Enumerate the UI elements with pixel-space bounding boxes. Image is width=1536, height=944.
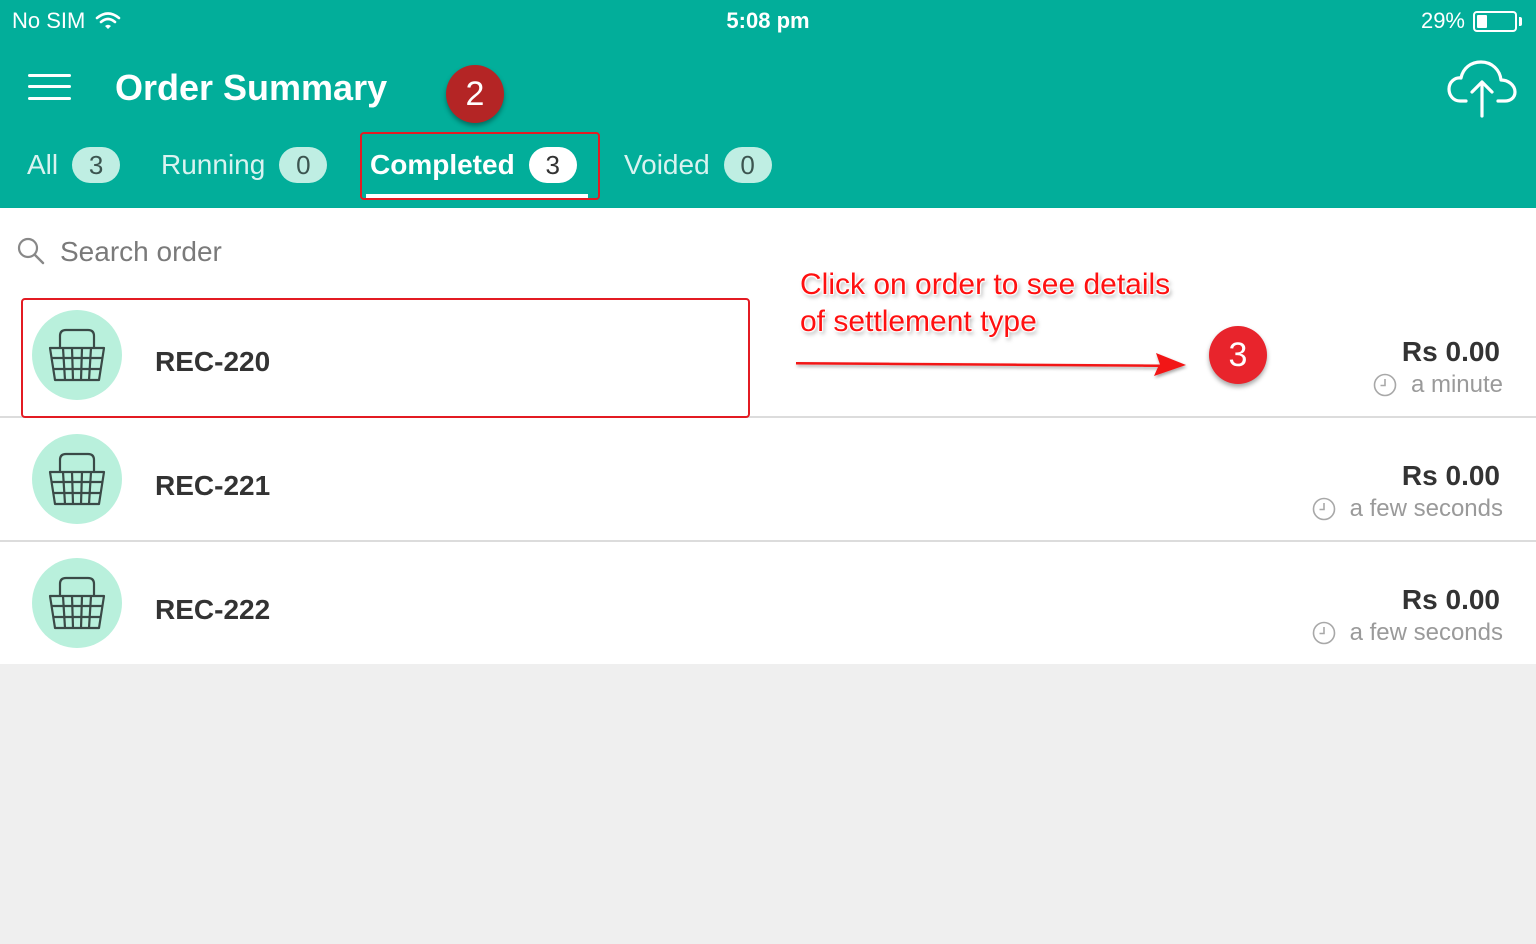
order-time: a few seconds — [1312, 495, 1503, 523]
annotation-arrow-icon — [796, 353, 1186, 376]
tab-voided[interactable]: Voided 0 — [624, 140, 772, 190]
shopping-basket-icon — [48, 576, 106, 630]
annotation-line: of settlement type — [800, 305, 1037, 338]
order-id: REC-222 — [155, 594, 271, 625]
annotation-highlight-order-row — [21, 298, 750, 418]
cloud-upload-icon[interactable] — [1446, 57, 1518, 119]
annotation-step-badge: 2 — [446, 65, 504, 123]
order-time-label: a minute — [1410, 371, 1503, 398]
annotation-instruction: Click on order to see details of settlem… — [800, 266, 1170, 340]
battery-icon — [1473, 10, 1517, 32]
tab-count-badge: 0 — [279, 147, 328, 183]
tab-label: Running — [161, 149, 266, 180]
page-title: Order Summary — [115, 67, 388, 108]
clock-icon — [1312, 621, 1335, 645]
clock-icon — [1373, 373, 1397, 397]
annotation-highlight-completed-tab — [360, 132, 600, 200]
tab-label: All — [27, 149, 59, 180]
annotation-step-badge: 3 — [1209, 326, 1267, 384]
battery-percent: 29% — [1420, 8, 1465, 33]
tab-label: Voided — [624, 149, 710, 180]
status-bar: No SIM 5:08 pm 29% — [0, 0, 1536, 42]
hamburger-menu-icon[interactable] — [28, 72, 72, 102]
order-time: a few seconds — [1312, 619, 1503, 647]
order-row-rec-221[interactable]: REC-221 Rs 0.00 a few seconds — [0, 418, 1536, 540]
tab-all[interactable]: All 3 — [27, 140, 121, 190]
order-time-label: a few seconds — [1349, 619, 1503, 646]
order-time-label: a few seconds — [1349, 495, 1503, 522]
order-id: REC-221 — [155, 470, 271, 501]
order-time: a minute — [1373, 371, 1503, 399]
annotation-line: Click on order to see details — [800, 268, 1171, 301]
status-time: 5:08 pm — [726, 8, 810, 33]
clock-icon — [1312, 497, 1335, 521]
order-tabs: All 3 Running 0 Completed 3 Voided 0 — [0, 140, 1536, 208]
search-input[interactable] — [60, 228, 860, 276]
order-avatar — [32, 558, 122, 648]
battery-tip — [1519, 16, 1522, 26]
order-amount: Rs 0.00 — [1401, 460, 1500, 491]
order-amount: Rs 0.00 — [1401, 336, 1500, 367]
search-icon — [17, 237, 45, 265]
order-avatar — [32, 434, 122, 524]
order-amount: Rs 0.00 — [1401, 584, 1500, 615]
tab-count-badge: 0 — [723, 147, 772, 183]
app-header: No SIM 5:08 pm 29% Order Summary All 3 R… — [0, 0, 1536, 208]
order-row-rec-222[interactable]: REC-222 Rs 0.00 a few seconds — [0, 542, 1536, 664]
shopping-basket-icon — [48, 452, 106, 506]
tab-count-badge: 3 — [72, 147, 121, 183]
battery-fill — [1477, 14, 1487, 28]
search-bar — [0, 208, 1536, 296]
status-right: 29% — [1421, 8, 1522, 34]
tab-running[interactable]: Running 0 — [161, 140, 328, 190]
